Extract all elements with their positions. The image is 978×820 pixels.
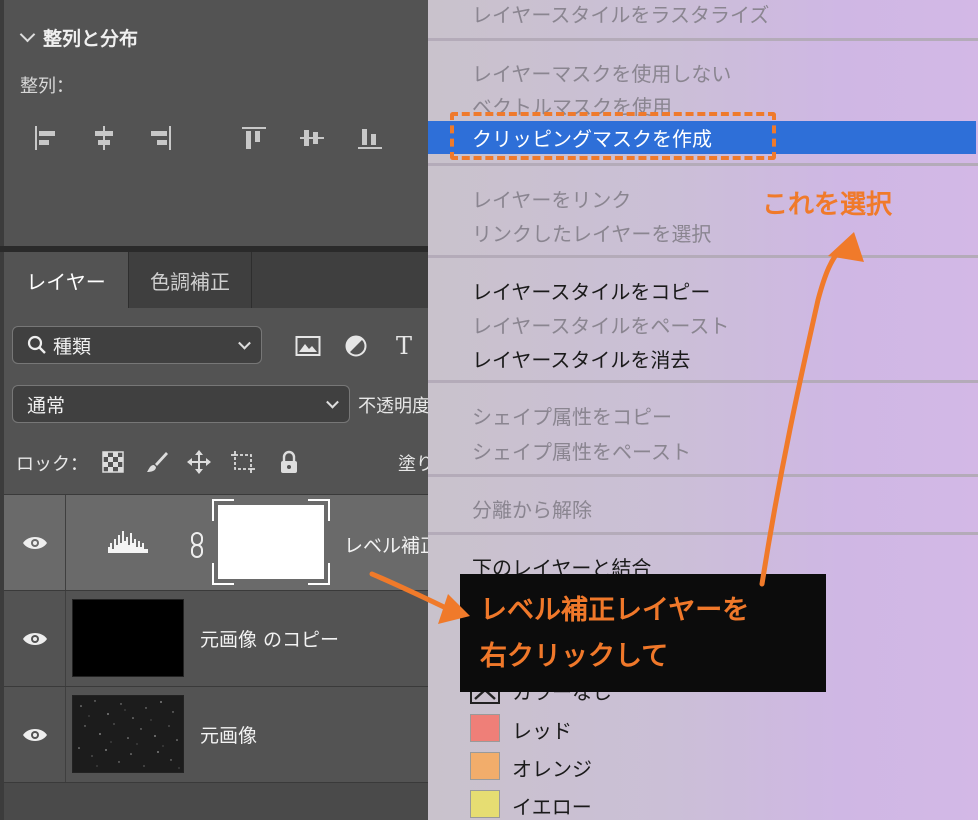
annotation-select-note: これを選択	[762, 190, 893, 220]
align-horizontal-centers-icon[interactable]	[88, 122, 120, 154]
callout-line-2: 右クリックして	[480, 641, 669, 672]
align-panel-header[interactable]: 整列と分布	[19, 24, 139, 51]
menu-separator	[428, 255, 978, 258]
levels-adjustment-icon	[108, 529, 148, 553]
layer-row-levels[interactable]: レベル補正	[4, 494, 439, 591]
layers-panel: 種類 T 通常 不透明度 ロック： 塗り レベル補正 元画像 のコピー 元画像	[4, 308, 439, 820]
menu-item-rasterize-layer-style[interactable]: レイヤースタイルをラスタライズ	[472, 0, 769, 28]
visibility-toggle[interactable]	[4, 495, 66, 591]
adjustment-filter-icon[interactable]	[342, 332, 370, 360]
menu-separator	[428, 532, 978, 535]
menu-item-paste-layer-style[interactable]: レイヤースタイルをペースト	[472, 310, 729, 339]
type-filter-icon[interactable]: T	[390, 332, 418, 360]
chevron-down-icon[interactable]	[19, 26, 36, 43]
mask-link-chain-icon[interactable]	[188, 531, 206, 559]
menu-item-copy-layer-style[interactable]: レイヤースタイルをコピー	[472, 276, 710, 305]
layer-row-original-copy[interactable]: 元画像 のコピー	[4, 590, 428, 687]
filter-kind-value: 種類	[53, 335, 92, 358]
menu-separator	[428, 474, 978, 477]
align-panel-title: 整列と分布	[43, 28, 139, 50]
annotation-callout: レベル補正レイヤーを 右クリックして	[460, 574, 826, 692]
menu-item-color-orange[interactable]: オレンジ	[512, 753, 592, 782]
panel-tabs: レイヤー 色調補正	[4, 252, 428, 308]
layer-name: 元画像	[200, 725, 258, 747]
align-label: 整列：	[20, 76, 74, 97]
chevron-down-icon	[326, 395, 339, 409]
menu-item-color-yellow[interactable]: イエロー	[512, 791, 592, 820]
align-bottom-edges-icon[interactable]	[354, 122, 386, 154]
lock-image-pixels-brush-icon[interactable]	[144, 449, 170, 475]
filter-kind-dropdown[interactable]: 種類	[12, 326, 262, 364]
chevron-down-icon	[238, 336, 251, 350]
callout-line-1: レベル補正レイヤーを	[480, 595, 750, 626]
align-top-edges-icon[interactable]	[238, 122, 270, 154]
layer-mask-thumbnail[interactable]	[212, 499, 330, 585]
eye-icon	[22, 633, 47, 645]
visibility-toggle[interactable]	[4, 687, 66, 783]
menu-item-select-linked-layers[interactable]: リンクしたレイヤーを選択	[472, 218, 711, 247]
orange-color-swatch	[470, 752, 500, 780]
layer-name: レベル補正	[344, 535, 440, 557]
image-filter-icon[interactable]	[294, 332, 322, 360]
lock-artboard-icon[interactable]	[230, 449, 256, 475]
layers-panel-footer	[4, 782, 428, 820]
menu-item-paste-shape-attributes[interactable]: シェイプ属性をペースト	[472, 436, 691, 465]
menu-separator	[428, 38, 978, 41]
lock-transparent-pixels-icon[interactable]	[100, 449, 126, 475]
align-distribute-panel: 整列と分布 整列：	[4, 0, 428, 246]
align-vertical-centers-icon[interactable]	[296, 122, 328, 154]
tab-adjustments[interactable]: 色調補正	[128, 252, 252, 308]
blend-mode-dropdown[interactable]: 通常	[12, 385, 350, 423]
search-icon	[27, 335, 46, 354]
menu-item-link-layers[interactable]: レイヤーをリンク	[472, 184, 631, 213]
menu-separator	[428, 380, 978, 383]
annotation-highlight-box	[450, 112, 776, 160]
eye-icon	[22, 729, 47, 741]
layer-thumbnail	[72, 695, 184, 773]
menu-item-release-from-isolation[interactable]: 分離から解除	[472, 494, 592, 523]
eye-icon	[22, 537, 47, 549]
blend-mode-value: 通常	[27, 394, 66, 417]
layer-row-original[interactable]: 元画像	[4, 686, 428, 783]
layer-name: 元画像 のコピー	[200, 629, 340, 651]
red-color-swatch	[470, 714, 500, 742]
lock-position-move-icon[interactable]	[186, 449, 212, 475]
menu-item-clear-layer-style[interactable]: レイヤースタイルを消去	[472, 344, 690, 373]
visibility-toggle[interactable]	[4, 591, 66, 687]
layer-thumbnail	[72, 599, 184, 677]
menu-separator	[428, 163, 978, 166]
menu-item-copy-shape-attributes[interactable]: シェイプ属性をコピー	[472, 401, 672, 430]
lock-all-padlock-icon[interactable]	[276, 449, 302, 475]
align-left-edges-icon[interactable]	[30, 122, 62, 154]
lock-label: ロック：	[16, 454, 88, 475]
yellow-color-swatch	[470, 790, 500, 818]
menu-item-color-red[interactable]: レッド	[512, 715, 572, 744]
opacity-label: 不透明度	[358, 396, 430, 417]
menu-item-disable-layer-mask[interactable]: レイヤーマスクを使用しない	[472, 58, 731, 87]
align-right-edges-icon[interactable]	[144, 122, 176, 154]
tab-layers[interactable]: レイヤー	[4, 252, 128, 308]
